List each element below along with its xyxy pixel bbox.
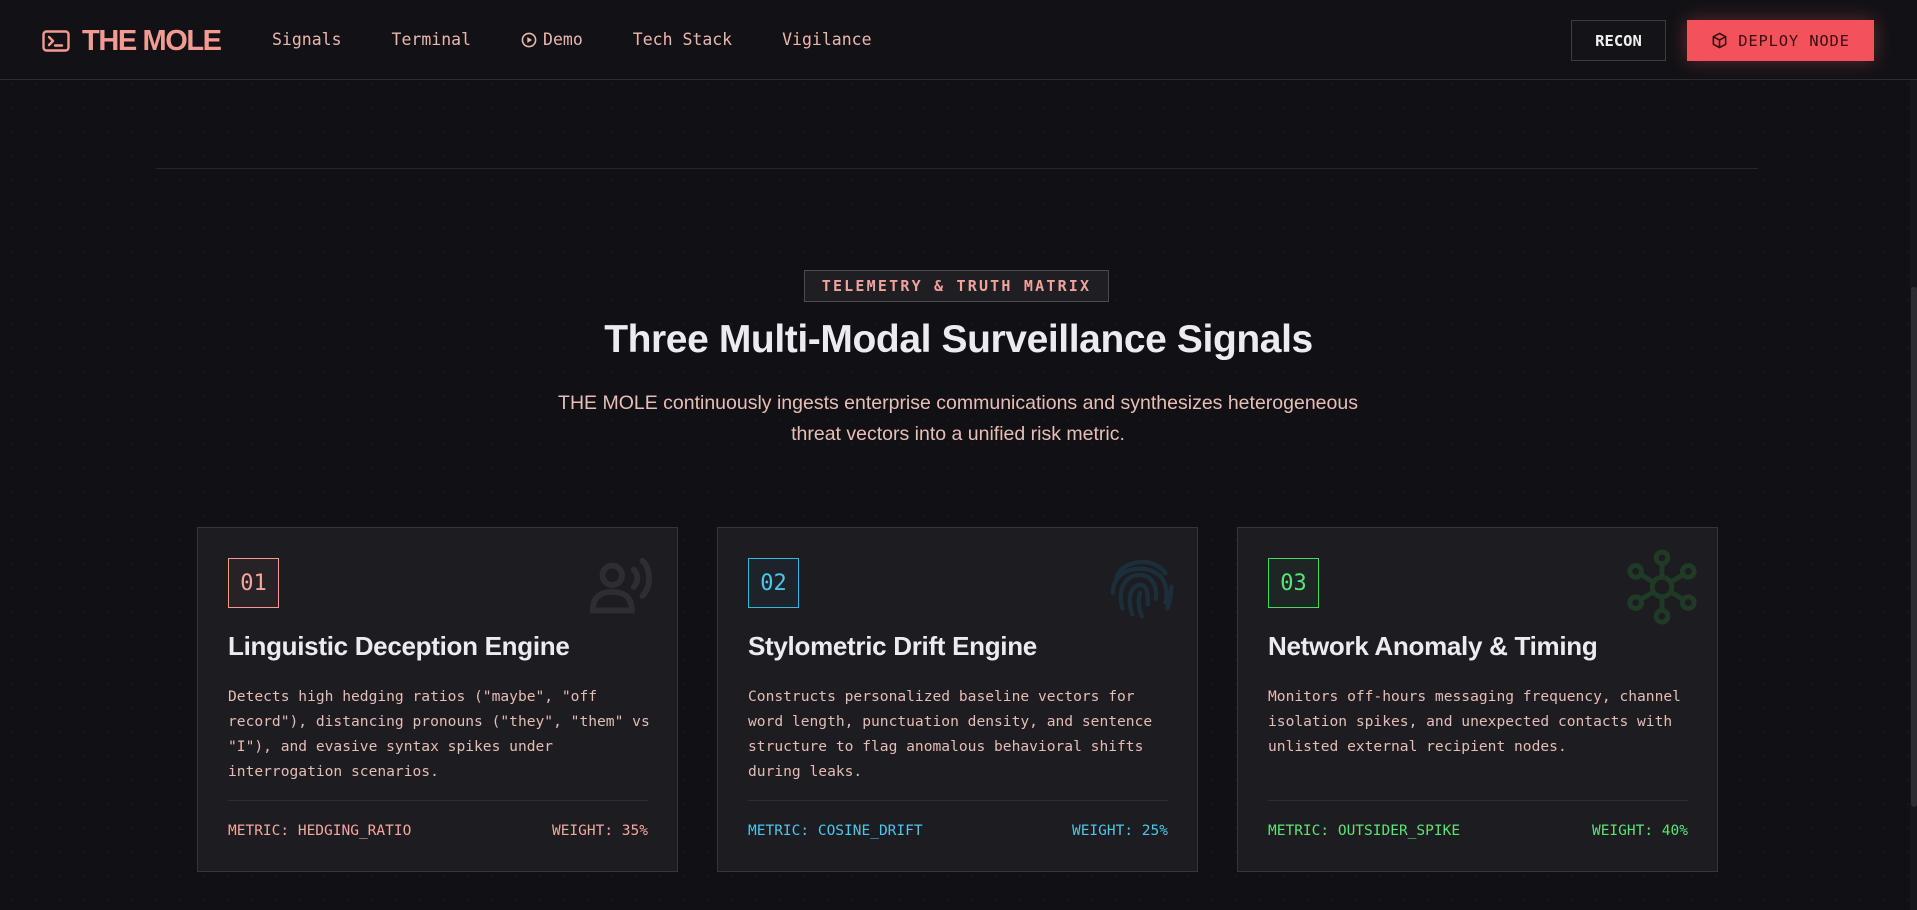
card-title: Linguistic Deception Engine: [228, 631, 570, 661]
network-hub-icon: [1627, 549, 1697, 625]
nav-link-demo-label: Demo: [543, 30, 583, 49]
cube-icon: [1712, 32, 1727, 49]
card-metric: METRIC: HEDGING_RATIO: [228, 823, 412, 839]
nav-link-demo[interactable]: Demo: [521, 30, 583, 49]
signal-card-stylometric: 02 Stylometric Drift Engine Constructs p…: [717, 527, 1198, 872]
card-footer: METRIC: COSINE_DRIFT WEIGHT: 25%: [748, 823, 1168, 839]
card-description: Constructs personalized baseline vectors…: [748, 688, 1153, 780]
fingerprint-icon: [1110, 559, 1174, 619]
card-separator: [1268, 800, 1688, 801]
card-footer: METRIC: OUTSIDER_SPIKE WEIGHT: 40%: [1268, 823, 1688, 839]
brand-name: THE MOLE: [82, 24, 222, 57]
terminal-icon: [42, 30, 70, 52]
card-weight: WEIGHT: 40%: [1591, 823, 1688, 839]
section-subtitle: THE MOLE continuously ingests enterprise…: [558, 392, 1358, 445]
play-circle-icon: [521, 32, 537, 47]
card-description: Detects high hedging ratios ("maybe", "o…: [228, 688, 650, 780]
nav-link-tech-stack[interactable]: Tech Stack: [633, 30, 732, 49]
nav-link-terminal[interactable]: Terminal: [392, 30, 471, 49]
card-metric: METRIC: OUTSIDER_SPIKE: [1268, 823, 1461, 839]
deploy-node-label: DEPLOY NODE: [1738, 31, 1850, 50]
nav-link-vigilance[interactable]: Vigilance: [782, 30, 871, 49]
card-separator: [748, 800, 1168, 801]
signal-card-network: 03 Network Anomaly & Timing Monitors off…: [1237, 527, 1718, 872]
card-title: Stylometric Drift Engine: [748, 631, 1037, 661]
section-badge: TELEMETRY & TRUTH MATRIX: [804, 270, 1109, 302]
card-separator: [228, 800, 648, 801]
card-number: 03: [1268, 558, 1319, 608]
recon-button[interactable]: RECON: [1571, 20, 1666, 61]
brand-logo[interactable]: THE MOLE: [42, 24, 222, 57]
card-metric: METRIC: COSINE_DRIFT: [748, 823, 923, 839]
nav-links: Signals Terminal Demo Tech Stack Vigilan…: [272, 30, 872, 49]
card-number: 01: [228, 558, 279, 608]
voice-icon: [589, 557, 652, 614]
card-weight: WEIGHT: 35%: [551, 823, 648, 839]
card-weight: WEIGHT: 25%: [1071, 823, 1168, 839]
top-nav: THE MOLE Signals Terminal Demo Tech Stac…: [0, 0, 1917, 80]
card-number: 02: [748, 558, 799, 608]
deploy-node-button[interactable]: DEPLOY NODE: [1687, 20, 1874, 61]
section-divider: [156, 168, 1758, 169]
scrollbar-thumb[interactable]: [1911, 287, 1917, 807]
card-description: Monitors off-hours messaging frequency, …: [1268, 688, 1681, 755]
section-title: Three Multi-Modal Surveillance Signals: [604, 318, 1313, 361]
card-title: Network Anomaly & Timing: [1268, 631, 1598, 661]
card-footer: METRIC: HEDGING_RATIO WEIGHT: 35%: [228, 823, 648, 839]
signal-card-linguistic: 01 Linguistic Deception Engine Detects h…: [197, 527, 678, 872]
nav-link-signals[interactable]: Signals: [272, 30, 342, 49]
